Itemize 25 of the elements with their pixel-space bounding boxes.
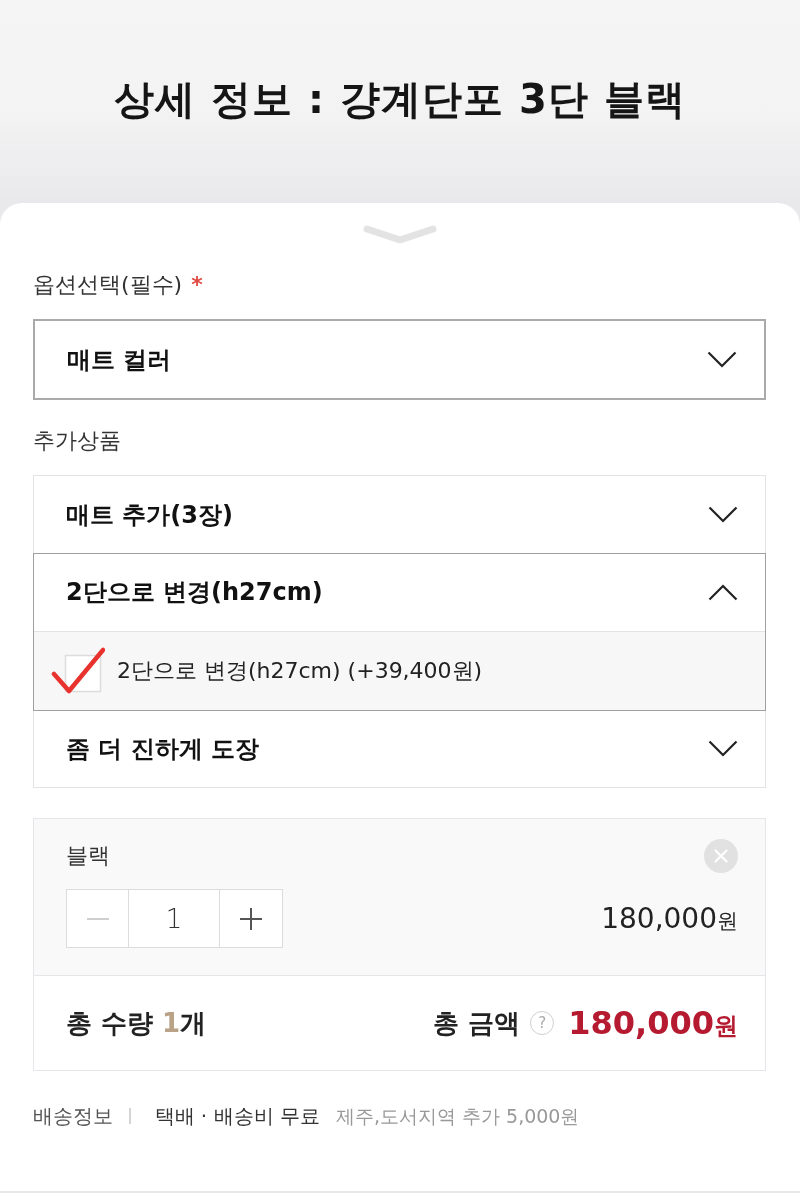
chevron-down-icon bbox=[708, 740, 738, 757]
required-mark: * bbox=[191, 271, 203, 299]
shipping-note: 제주,도서지역 추가 5,000원 bbox=[335, 1104, 580, 1129]
close-icon[interactable] bbox=[704, 839, 738, 873]
checkbox[interactable] bbox=[51, 646, 105, 695]
total-quantity: 총 수량 1개 bbox=[66, 1006, 207, 1040]
accordion-header[interactable]: 매트 추가(3장) bbox=[34, 476, 765, 553]
plus-icon bbox=[240, 907, 262, 930]
page-title: 상세 정보 : 걍계단포 3단 블랙 bbox=[114, 75, 686, 124]
option-label: 2단으로 변경(h27cm) (+39,400원) bbox=[117, 656, 483, 685]
field-label: 옵션선택(필수) bbox=[33, 271, 183, 299]
shipping-label: 배송정보 bbox=[33, 1103, 113, 1130]
accordion-header[interactable]: 좀 더 진하게 도장 bbox=[34, 710, 765, 787]
accordion-header[interactable]: 2단으로 변경(h27cm) bbox=[34, 553, 765, 631]
item-price: 180,000원 bbox=[601, 902, 738, 935]
total-amount: 180,000원 bbox=[568, 1004, 738, 1042]
total-amount-label: 총 금액 bbox=[433, 1006, 521, 1040]
chevron-up-icon bbox=[708, 583, 738, 601]
minus-icon bbox=[86, 917, 109, 920]
option-dropdown[interactable]: 매트 컬러 bbox=[33, 319, 766, 400]
shipping-method: 택배 · 배송비 무료 bbox=[154, 1103, 320, 1130]
chevron-down-icon bbox=[707, 351, 737, 368]
item-name: 블랙 bbox=[66, 842, 110, 870]
section-label: 추가상품 bbox=[33, 427, 122, 455]
chevron-down-icon bbox=[708, 506, 738, 523]
